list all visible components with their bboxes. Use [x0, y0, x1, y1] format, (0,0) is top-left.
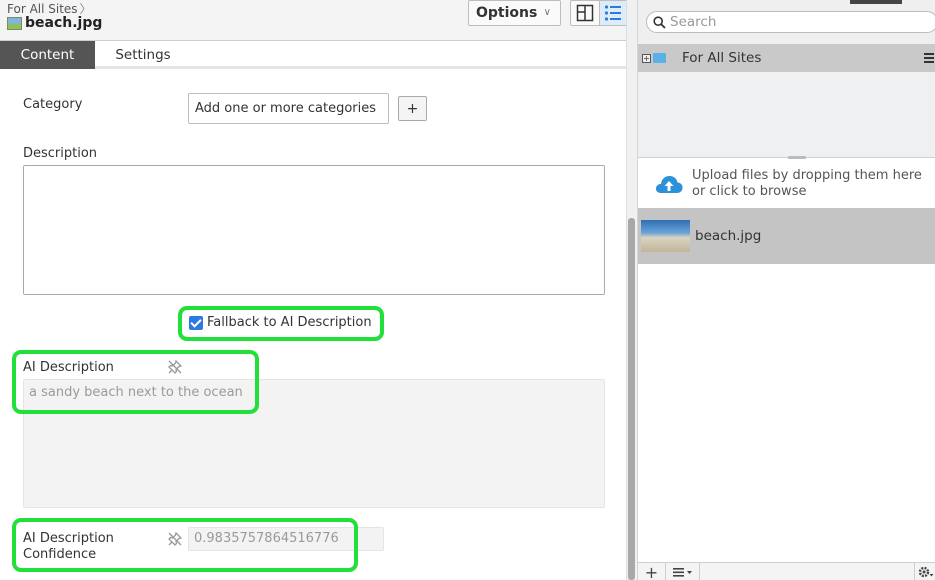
list-view-button[interactable] [598, 1, 626, 25]
expand-icon[interactable]: + [642, 53, 651, 63]
chevron-down-icon: ∨ [543, 7, 551, 18]
list-icon [605, 5, 622, 21]
editor-header: For All Sites 〉 beach.jpg Options ∨ [0, 0, 626, 41]
view-toggle [570, 0, 626, 26]
upload-dropzone[interactable]: Upload files by dropping them here or cl… [638, 160, 935, 208]
search-placeholder: Search [670, 14, 717, 30]
category-label: Category [23, 97, 83, 112]
asset-editor-panel: For All Sites 〉 beach.jpg Options ∨ Conte… [0, 0, 626, 580]
category-input[interactable]: Add one or more categories [188, 93, 389, 124]
menu-icon[interactable] [924, 52, 934, 67]
browser-toolbar: + [638, 562, 935, 580]
site-tree-item[interactable]: + For All Sites [638, 44, 935, 72]
layout-view-button[interactable] [571, 1, 599, 25]
search-input[interactable]: Search [646, 11, 935, 33]
add-category-button[interactable]: + [398, 96, 427, 121]
description-textarea[interactable] [23, 165, 605, 295]
search-area: Search [638, 0, 935, 44]
gear-icon[interactable] [914, 563, 935, 580]
file-title-text: beach.jpg [25, 15, 103, 31]
layout-icon [576, 4, 594, 22]
resize-handle[interactable] [788, 156, 806, 159]
editor-tabs: Content Settings [0, 41, 626, 69]
editor-scrollbar[interactable] [626, 0, 636, 580]
add-button[interactable]: + [638, 563, 666, 580]
list-menu-icon [672, 568, 692, 577]
upload-instructions: Upload files by dropping them here or cl… [692, 168, 922, 199]
file-list-item[interactable]: beach.jpg [638, 208, 935, 264]
options-button[interactable]: Options ∨ [468, 0, 561, 26]
search-icon [653, 15, 666, 29]
chevron-right-icon: 〉 [79, 2, 92, 16]
cloud-upload-icon [655, 176, 683, 193]
description-label: Description [23, 146, 98, 161]
scrollbar-thumb[interactable] [628, 218, 635, 580]
tab-settings[interactable]: Settings [95, 41, 191, 69]
options-label: Options [476, 5, 538, 21]
page-title: beach.jpg [7, 15, 102, 31]
file-name: beach.jpg [695, 228, 762, 244]
highlight-fallback [178, 306, 384, 341]
site-tree-area [638, 72, 935, 158]
breadcrumb-site[interactable]: For All Sites [7, 2, 78, 16]
tab-content[interactable]: Content [0, 41, 95, 69]
site-name: For All Sites [682, 50, 762, 66]
highlight-ai-description [12, 350, 259, 414]
beach-thumbnail [641, 220, 690, 252]
list-options-button[interactable] [666, 563, 700, 580]
highlight-ai-confidence [12, 518, 358, 572]
panel-tab-handle[interactable] [850, 0, 902, 4]
site-folder-icon [653, 53, 666, 63]
image-file-icon [7, 16, 22, 30]
asset-browser-panel: Search + For All Sites Upload files by d… [637, 0, 935, 580]
